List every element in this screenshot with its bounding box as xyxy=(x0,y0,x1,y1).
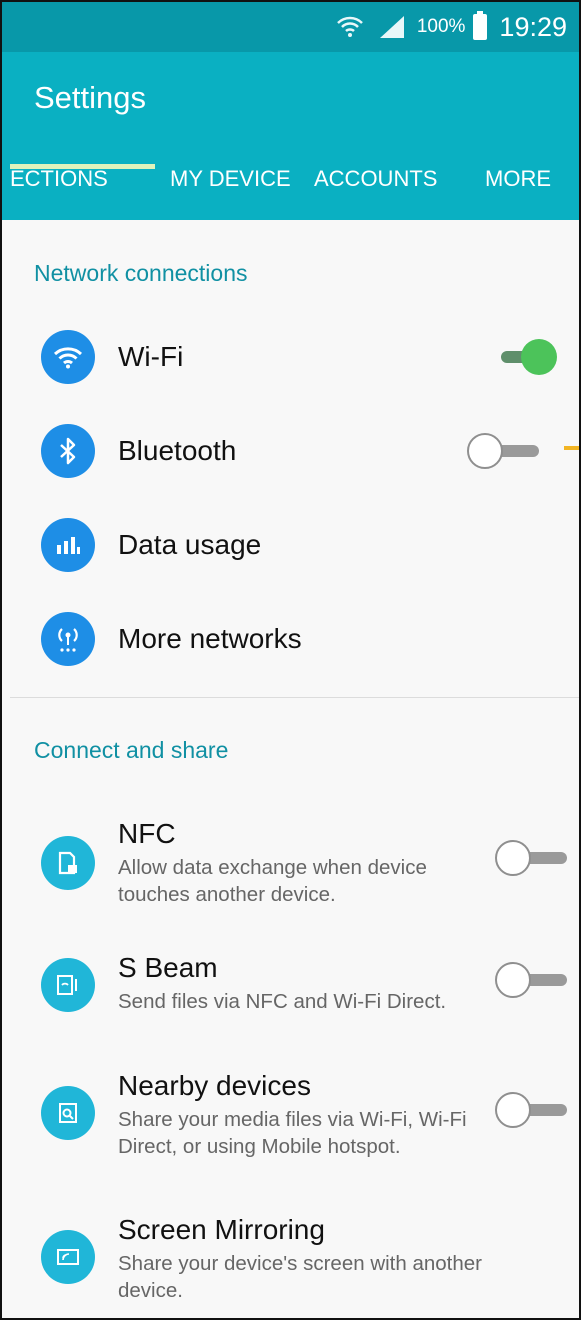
settings-list: Network connections Wi-Fi Bluetooth Data… xyxy=(2,220,579,1318)
app-bar: Settings ECTIONS MY DEVICE ACCOUNTS MORE xyxy=(2,52,579,220)
tab-bar: ECTIONS MY DEVICE ACCOUNTS MORE xyxy=(2,152,579,220)
settings-row-wifi[interactable]: Wi-Fi xyxy=(2,328,579,408)
bluetooth-toggle[interactable] xyxy=(467,431,539,471)
nearby-devices-toggle[interactable] xyxy=(495,1090,567,1130)
status-bar: 100% 19:29 xyxy=(2,2,579,52)
tab-my-device[interactable]: MY DEVICE xyxy=(170,166,291,192)
screen-mirroring-description: Share your device's screen with another … xyxy=(118,1252,482,1302)
nearby-devices-icon xyxy=(41,1086,95,1140)
nfc-toggle[interactable] xyxy=(495,838,567,878)
page-title: Settings xyxy=(34,80,147,115)
annotation-arrow xyxy=(564,446,579,450)
section-header-network: Network connections xyxy=(34,260,248,286)
section-divider xyxy=(10,697,579,698)
nfc-icon xyxy=(41,836,95,890)
settings-row-nearby-devices[interactable]: Nearby devices Share your media files vi… xyxy=(2,1070,579,1170)
phone-screen: 100% 19:29 Settings ECTIONS MY DEVICE AC… xyxy=(0,0,581,1320)
nfc-description: Allow data exchange when device touches … xyxy=(118,856,427,906)
settings-row-more-networks[interactable]: More networks xyxy=(2,610,579,690)
settings-row-nfc[interactable]: NFC Allow data exchange when device touc… xyxy=(2,818,579,918)
selected-tab-indicator xyxy=(10,164,155,169)
data-usage-label: Data usage xyxy=(118,529,262,560)
nearby-devices-description: Share your media files via Wi-Fi, Wi-Fi … xyxy=(118,1108,467,1158)
bluetooth-label: Bluetooth xyxy=(118,435,237,466)
battery-icon xyxy=(473,11,488,40)
wifi-toggle[interactable] xyxy=(495,337,557,377)
settings-row-data-usage[interactable]: Data usage xyxy=(2,516,579,596)
section-header-connect: Connect and share xyxy=(34,737,229,763)
tab-accounts[interactable]: ACCOUNTS xyxy=(314,166,437,192)
settings-row-bluetooth[interactable]: Bluetooth xyxy=(2,422,579,502)
s-beam-description: Send files via NFC and Wi-Fi Direct. xyxy=(118,990,447,1013)
bluetooth-icon xyxy=(41,424,95,478)
settings-row-screen-mirroring[interactable]: Screen Mirroring Share your device's scr… xyxy=(2,1214,579,1314)
battery-percent: 100% xyxy=(416,16,466,37)
s-beam-label: S Beam xyxy=(118,952,218,983)
screen-mirroring-icon xyxy=(41,1230,95,1284)
more-networks-label: More networks xyxy=(118,623,302,654)
signal-icon xyxy=(375,14,409,40)
clock: 19:29 xyxy=(499,11,567,42)
wifi-icon xyxy=(41,330,95,384)
settings-row-s-beam[interactable]: S Beam Send files via NFC and Wi-Fi Dire… xyxy=(2,952,579,1032)
s-beam-icon xyxy=(41,958,95,1012)
tab-connections[interactable]: ECTIONS xyxy=(10,166,108,192)
wifi-icon xyxy=(333,14,367,40)
nearby-devices-label: Nearby devices xyxy=(118,1070,311,1101)
tab-more[interactable]: MORE xyxy=(485,166,551,192)
wifi-label: Wi-Fi xyxy=(118,341,184,372)
screen-mirroring-label: Screen Mirroring xyxy=(118,1214,325,1245)
nfc-label: NFC xyxy=(118,818,176,849)
s-beam-toggle[interactable] xyxy=(495,960,567,1000)
antenna-icon xyxy=(41,612,95,666)
bar-chart-icon xyxy=(41,518,95,572)
